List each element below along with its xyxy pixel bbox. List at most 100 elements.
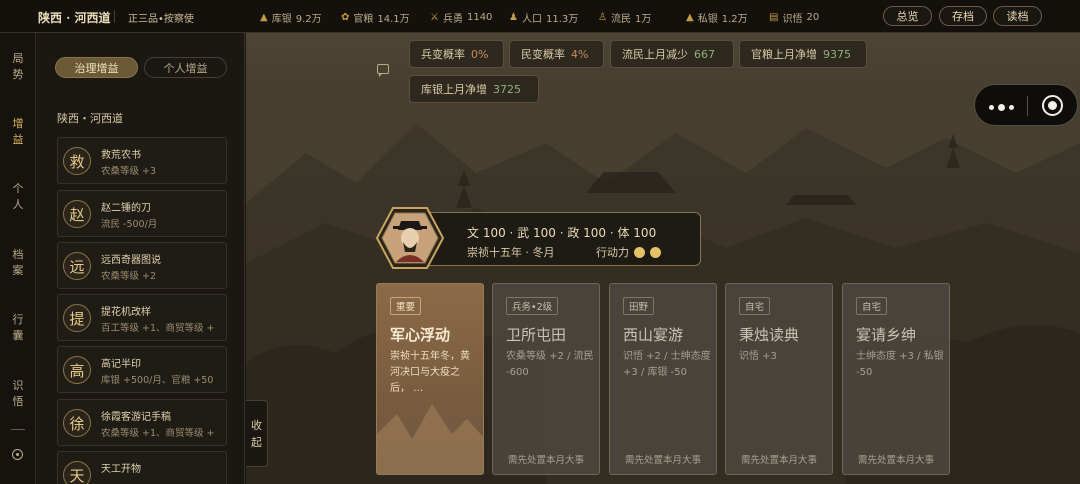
resource-value: 1.2万 (721, 14, 748, 25)
event-description: 识悟 +3 (739, 351, 777, 362)
rail-label: 识悟 (12, 379, 24, 408)
event-title: 卫所屯田 (506, 326, 567, 344)
rail-item-personal[interactable]: 个人 (0, 181, 36, 213)
buff-panel: 治理增益 个人增益 陕西・河西道 救救荒农书 农桑等级 +3 赵赵二锤的刀 流民 -… (37, 33, 245, 484)
event-card[interactable]: 自宅 宴请乡绅 士绅态度 +3 / 私银 -50 需先处置本月大事 (842, 283, 950, 475)
event-description: 识悟 +2 / 士绅态度 +3 / 库银 -50 (623, 351, 711, 378)
event-title: 宴请乡绅 (856, 326, 917, 344)
stat-label: 民变概率 (521, 48, 565, 61)
resource-label: 库银 (271, 14, 292, 25)
resource-population: ♟ 人口 11.3万 (509, 10, 578, 25)
seal-icon: 赵 (63, 200, 91, 228)
resource-value: 1万 (634, 14, 652, 25)
overview-button[interactable]: 总览 (883, 6, 932, 26)
tab-governance-buffs[interactable]: 治理增益 (55, 57, 138, 78)
more-icon[interactable] (989, 104, 1014, 111)
stat-refugees-decrease: 流民上月减少 667 (610, 40, 734, 68)
collapse-label: 起 (251, 435, 262, 449)
mountain-decoration (377, 404, 483, 474)
buff-name: 提花机改样 (101, 307, 151, 318)
load-button[interactable]: 读档 (993, 6, 1042, 26)
event-tag: 自宅 (856, 297, 888, 315)
rail-item-situation[interactable]: 局势 (0, 51, 36, 83)
event-title: 西山宴游 (623, 326, 684, 344)
buff-effect: 农桑等级 +1、商贸等级 + (101, 428, 215, 439)
grain-icon: ✿ (341, 12, 350, 23)
resource-label: 识悟 (782, 14, 803, 25)
stat-value: 9375 (823, 47, 851, 61)
region-name: 陕西 · 河西道 (38, 11, 111, 25)
resource-label: 兵勇 (442, 14, 463, 25)
rail-label: 增益 (12, 117, 24, 146)
stat-value: 3725 (493, 82, 521, 96)
buff-name: 高记半印 (101, 359, 141, 370)
event-tag: 田野 (623, 297, 655, 315)
refugee-icon: ♙ (598, 12, 607, 23)
rail-label: 行囊 (12, 313, 24, 342)
official-rank: 正三品•按察使 (128, 14, 194, 25)
resource-soldiers: ⚔ 兵勇 1140 (430, 10, 492, 25)
event-card[interactable]: 田野 西山宴游 识悟 +2 / 士绅态度 +3 / 库银 -50 需先处置本月大… (609, 283, 717, 475)
event-tag: 兵务•2级 (506, 297, 559, 315)
event-card[interactable]: 兵务•2级 卫所屯田 农桑等级 +2 / 流民 -600 需先处置本月大事 (492, 283, 600, 475)
close-target-icon[interactable] (1042, 95, 1063, 116)
event-description: 农桑等级 +2 / 流民 -600 (506, 351, 594, 378)
event-title: 军心浮动 (390, 326, 451, 344)
resource-value: 9.2万 (295, 14, 322, 25)
rail-item-knowledge[interactable]: 识悟 (0, 378, 36, 410)
buff-item[interactable]: 高高记半印 库银 +500/月、官粮 +50 (57, 346, 227, 393)
rail-label: 局势 (12, 52, 24, 81)
seal-icon: 提 (63, 304, 91, 332)
target-icon[interactable] (12, 449, 23, 460)
buff-item[interactable]: 提提花机改样 百工等级 +1、商贸等级 + (57, 294, 227, 341)
event-description: 士绅态度 +3 / 私银 -50 (856, 351, 944, 378)
event-requirement: 需先处置本月大事 (857, 455, 934, 466)
portrait-avatar[interactable] (376, 206, 444, 270)
buff-item[interactable]: 天天工开物 (57, 451, 227, 484)
stat-label: 流民上月减少 (622, 48, 688, 61)
rail-item-archive[interactable]: 档案 (0, 247, 36, 279)
population-icon: ♟ (509, 12, 518, 23)
rail-label: 档案 (12, 248, 24, 277)
resource-value: 20 (806, 12, 820, 23)
save-button[interactable]: 存档 (939, 6, 987, 26)
collapse-label: 收 (251, 418, 262, 432)
character-attributes: 文 100 · 武 100 · 政 100 · 体 100 (467, 226, 657, 240)
collapse-panel-button[interactable]: 收 起 (246, 400, 268, 467)
stat-revolt-chance: 民变概率 4% (509, 40, 604, 68)
resource-grain: ✿ 官粮 14.1万 (341, 10, 410, 25)
top-bar: 陕西 · 河西道 正三品•按察使 ▲ 库银 9.2万 ✿ 官粮 14.1万 ⚔ 兵勇 114… (0, 0, 1080, 33)
panel-title: 陕西・河西道 (57, 112, 123, 125)
resource-label: 人口 (521, 14, 542, 25)
resource-value: 14.1万 (377, 14, 410, 25)
tab-personal-buffs[interactable]: 个人增益 (144, 57, 227, 78)
buff-item[interactable]: 赵赵二锤的刀 流民 -500/月 (57, 190, 227, 237)
current-date: 崇祯十五年 · 冬月 (467, 246, 555, 259)
divider (114, 10, 115, 23)
left-rail: 局势 增益 个人 档案 行囊 识悟 (0, 33, 36, 484)
buff-item[interactable]: 远远西奇器图说 农桑等级 +2 (57, 242, 227, 289)
buff-name: 救荒农书 (101, 150, 141, 161)
seal-icon: 救 (63, 147, 91, 175)
seal-icon: 远 (63, 252, 91, 280)
buff-item[interactable]: 救救荒农书 农桑等级 +3 (57, 137, 227, 184)
divider (1027, 96, 1028, 116)
rail-item-buffs[interactable]: 增益 (0, 116, 36, 148)
buff-item[interactable]: 徐徐霞客游记手稿 农桑等级 +1、商贸等级 + (57, 399, 227, 446)
buff-name: 天工开物 (101, 464, 141, 475)
stat-value: 0% (471, 47, 489, 61)
resource-value: 11.3万 (545, 14, 579, 25)
action-point-icon (634, 246, 645, 258)
stat-label: 官粮上月净增 (751, 48, 817, 61)
event-card[interactable]: 重要 军心浮动 崇祯十五年冬，黄河决口与大疫之后， … (376, 283, 484, 475)
action-points-label: 行动力 (596, 246, 629, 259)
rail-item-baggage[interactable]: 行囊 (0, 312, 36, 344)
soldier-icon: ⚔ (430, 12, 439, 23)
seal-icon: 天 (63, 461, 91, 484)
chat-icon[interactable] (377, 64, 389, 77)
resource-label: 官粮 (353, 14, 374, 25)
action-point-icon (650, 246, 661, 258)
event-card[interactable]: 自宅 秉烛读典 识悟 +3 需先处置本月大事 (725, 283, 833, 475)
stat-silver-increase: 库银上月净增 3725 (409, 75, 539, 103)
resource-private-silver: ▲ 私银 1.2万 (686, 10, 748, 25)
